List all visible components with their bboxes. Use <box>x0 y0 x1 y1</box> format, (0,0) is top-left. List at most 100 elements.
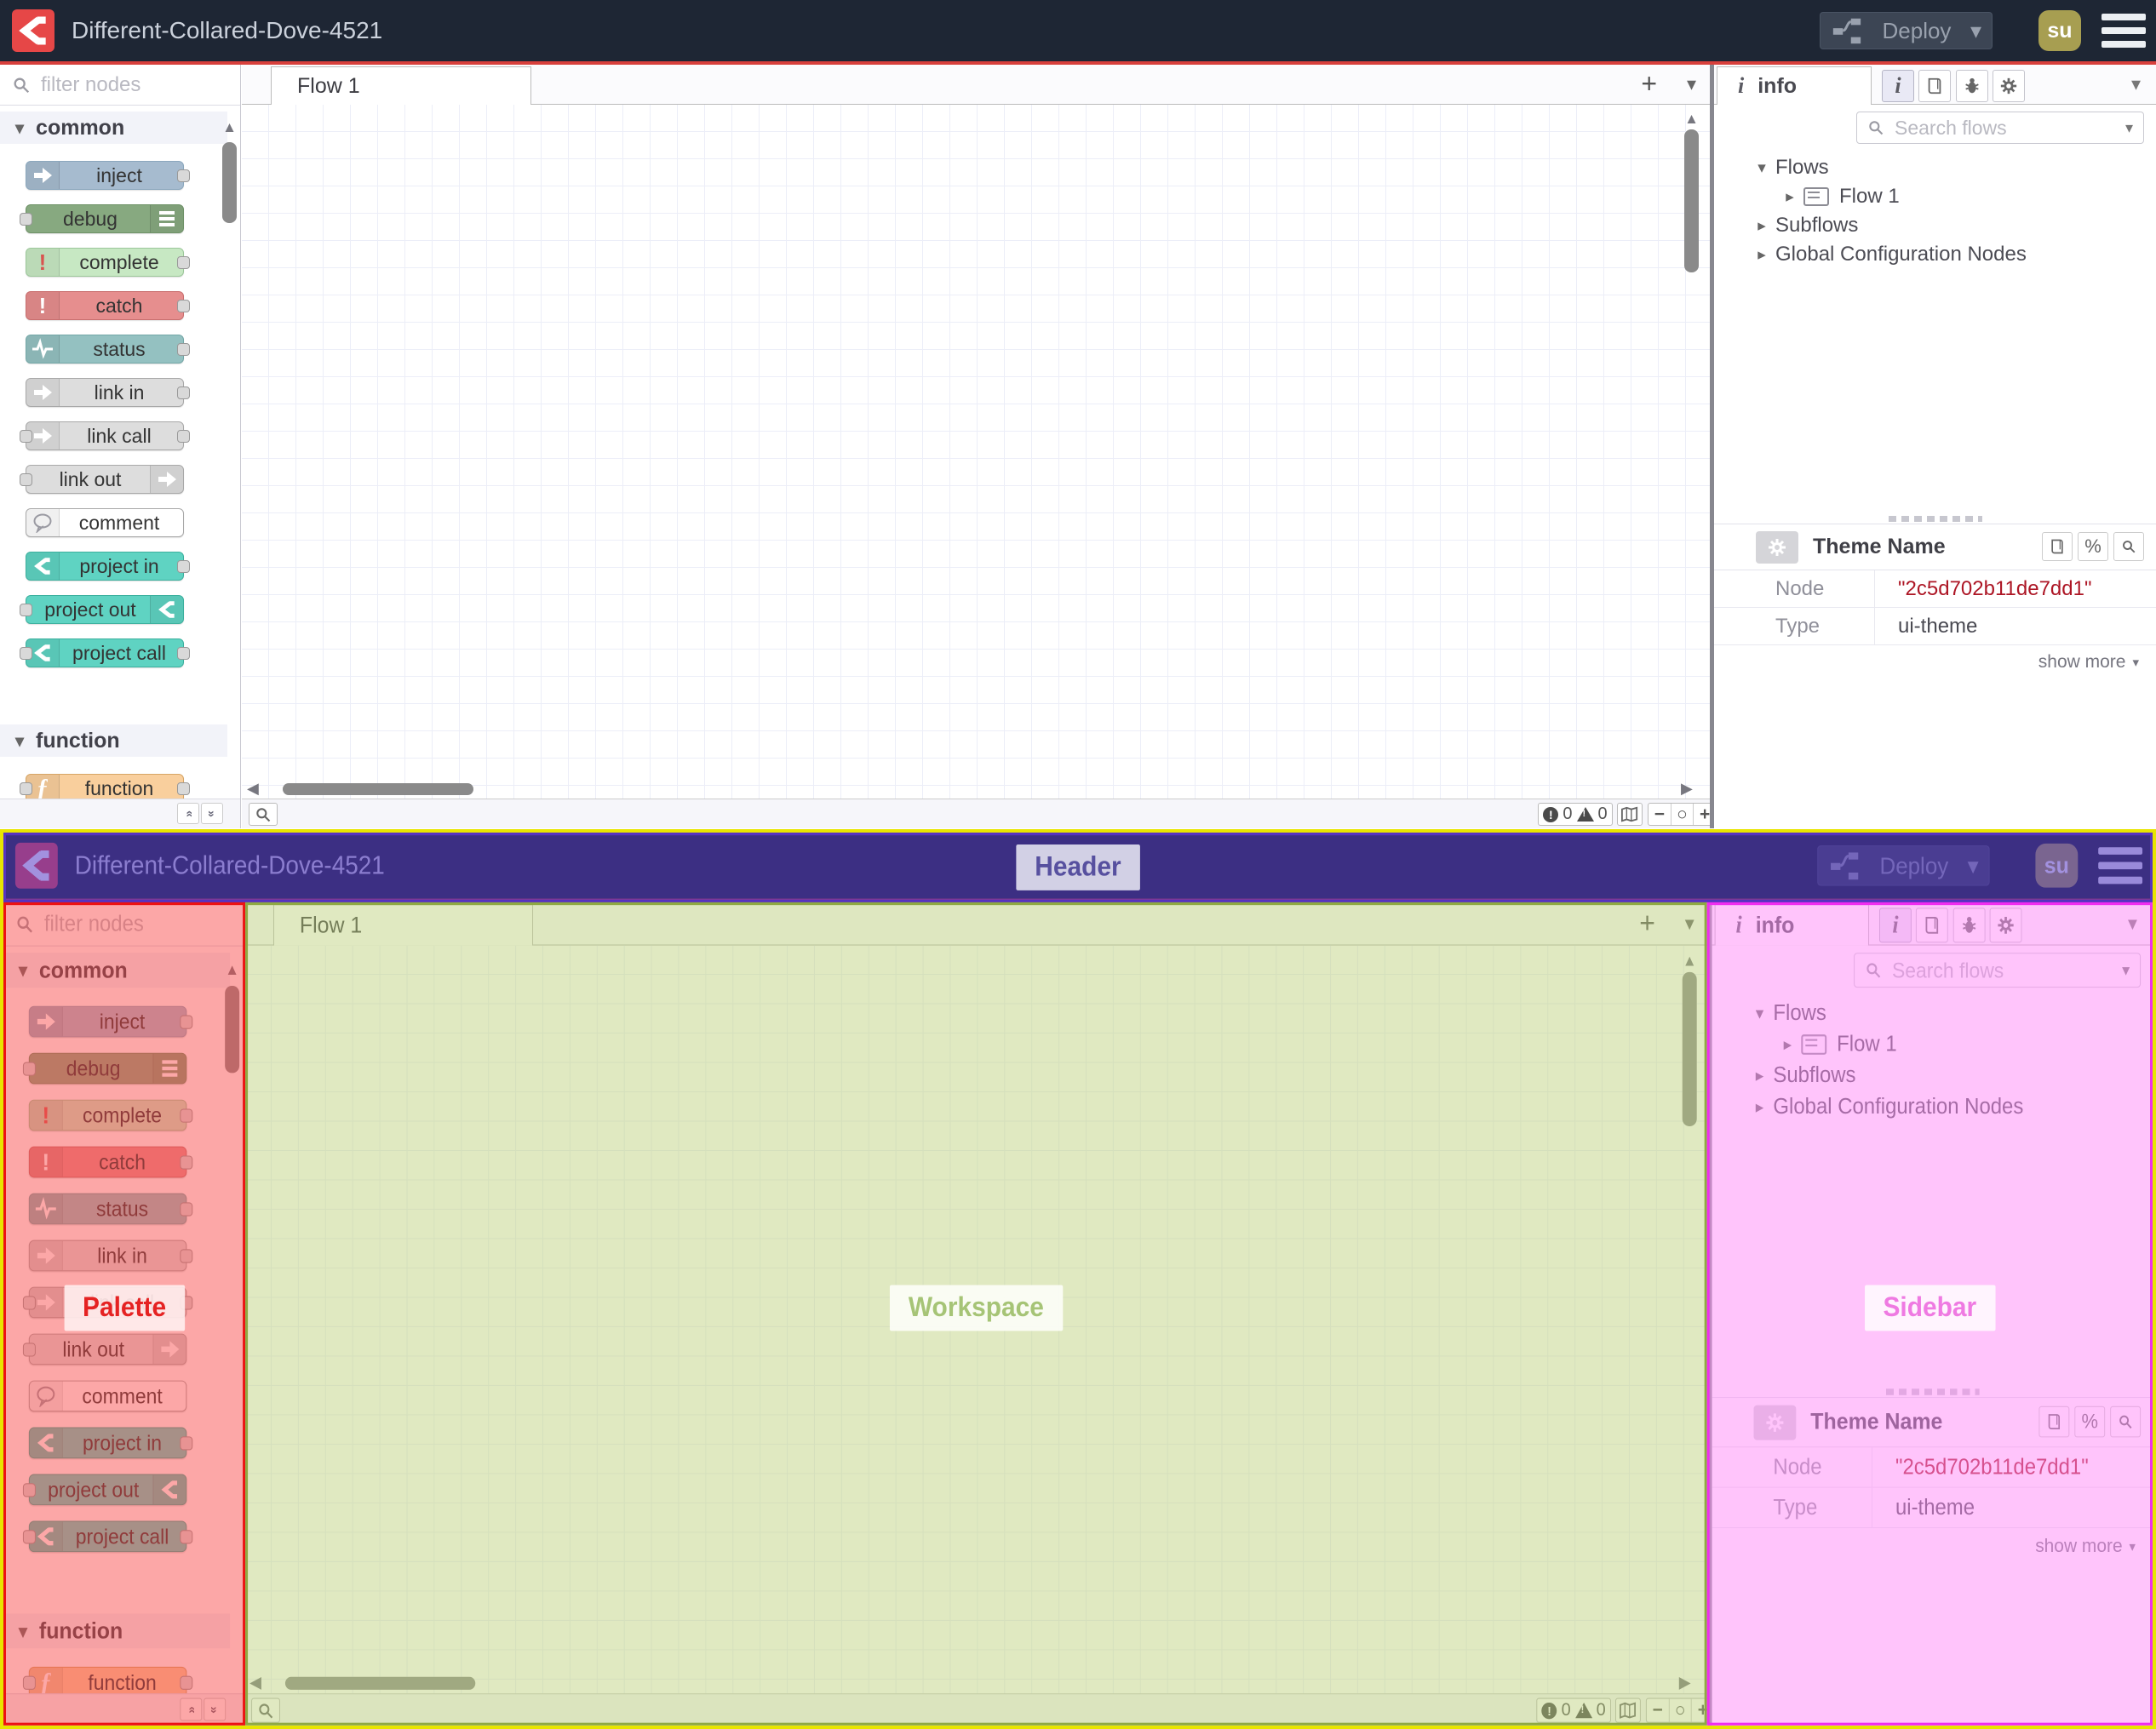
sidebar-debug-button[interactable] <box>1956 70 1988 102</box>
palette-node-status[interactable]: status <box>26 335 190 364</box>
category-nodes: inject debug ! complete ! catch status link in l… <box>0 144 227 690</box>
palette-node-debug[interactable]: debug <box>20 204 184 233</box>
node-icon-area <box>26 335 60 363</box>
palette-node-project-out[interactable]: project out <box>20 595 184 624</box>
workspace-footer: ! 0 ! 0 − ○ + <box>242 799 1717 828</box>
node-label: comment <box>78 511 160 534</box>
palette-footer: » » <box>0 799 240 828</box>
deploy-options-chevron-icon[interactable]: ▾ <box>1970 18 1981 44</box>
scrollbar-thumb[interactable] <box>1684 129 1699 272</box>
node-port[interactable] <box>177 647 190 660</box>
inject-arrow-icon <box>32 425 54 447</box>
node-port[interactable] <box>20 604 32 616</box>
palette-node-link-in[interactable]: link in <box>26 378 190 407</box>
comment-bubble-icon <box>32 512 54 533</box>
add-flow-button[interactable]: + <box>1641 68 1657 100</box>
node-port[interactable] <box>20 473 32 486</box>
list-icon <box>158 209 176 229</box>
region-label-sidebar: Sidebar <box>1864 1285 1996 1331</box>
palette-node-comment[interactable]: comment <box>26 508 184 537</box>
region-label-workspace: Workspace <box>889 1285 1063 1331</box>
search-icon <box>1867 119 1884 136</box>
tree-item-flows[interactable]: ▾Flows <box>1714 153 2156 182</box>
scroll-up-icon[interactable]: ▲ <box>222 119 237 136</box>
sidebar-menu-chevron-icon[interactable]: ▾ <box>2131 73 2141 95</box>
node-port[interactable] <box>177 343 190 356</box>
node-search-button[interactable] <box>2113 532 2144 561</box>
palette-node-project-in[interactable]: project in <box>26 552 190 581</box>
expand-all-button[interactable]: » <box>201 803 223 824</box>
node-port[interactable] <box>177 300 190 312</box>
palette-category-function[interactable]: ▾ function <box>0 724 227 757</box>
chevron-down-icon[interactable]: ▾ <box>2125 119 2133 137</box>
chevron-right-icon[interactable]: ▸ <box>1748 216 1775 236</box>
node-port[interactable] <box>20 782 32 795</box>
zoom-controls: − ○ + <box>1648 803 1717 826</box>
search-flows-button[interactable] <box>249 803 278 826</box>
node-port[interactable] <box>177 430 190 443</box>
scroll-left-icon[interactable]: ◀ <box>247 780 259 798</box>
node-label: project call <box>72 641 166 664</box>
region-label-header: Header <box>1016 844 1140 890</box>
main-menu-icon[interactable] <box>2102 14 2146 48</box>
tree-item-flow-1[interactable]: ▸ Flow 1 <box>1714 182 2156 211</box>
palette-filter-input[interactable] <box>39 72 179 98</box>
search-flows-input[interactable] <box>1893 115 2117 140</box>
palette-scrollbar[interactable]: ▲ <box>222 119 237 223</box>
tab-flow-1[interactable]: Flow 1 <box>271 66 531 105</box>
tree-item-label: Flow 1 <box>1839 185 1900 208</box>
node-help-button[interactable] <box>2042 532 2073 561</box>
status-badge[interactable]: ! 0 ! 0 <box>1538 803 1613 826</box>
palette-filter <box>0 65 240 106</box>
annotation-region-workspace: Workspace <box>245 902 1707 1726</box>
scrollbar-thumb[interactable] <box>222 142 237 223</box>
sidebar-help-button[interactable] <box>1918 70 1951 102</box>
node-port[interactable] <box>177 169 190 182</box>
node-port[interactable] <box>20 213 32 226</box>
palette-node-link-call[interactable]: link call <box>20 421 190 450</box>
node-link-button[interactable]: % <box>2078 532 2108 561</box>
config-node-gear-button[interactable] <box>1756 531 1798 564</box>
navigator-map-button[interactable] <box>1617 803 1643 826</box>
node-label: function <box>84 776 154 799</box>
tree-item-global-configuration-nodes[interactable]: ▸Global Configuration Nodes <box>1714 240 2156 269</box>
scroll-up-icon[interactable]: ▲ <box>1684 111 1699 128</box>
node-port[interactable] <box>177 386 190 399</box>
workspace-vscrollbar[interactable]: ▲ <box>1684 111 1699 272</box>
tree-item-subflows[interactable]: ▸Subflows <box>1714 211 2156 240</box>
chevron-down-icon[interactable]: ▾ <box>1748 158 1775 178</box>
palette-node-function[interactable]: ƒ function <box>20 774 190 799</box>
node-port[interactable] <box>177 256 190 269</box>
scrollbar-thumb[interactable] <box>283 783 473 795</box>
chevron-right-icon[interactable]: ▸ <box>1748 245 1775 265</box>
panel-drag-handle[interactable] <box>1888 516 1982 522</box>
node-icon-area <box>150 466 183 493</box>
zoom-out-button[interactable]: − <box>1649 804 1671 825</box>
workspace-hscrollbar[interactable]: ◀ ▶ <box>242 780 1710 798</box>
zoom-reset-button[interactable]: ○ <box>1671 804 1694 825</box>
show-more-link[interactable]: show more ▾ <box>2038 652 2139 673</box>
error-count: 0 <box>1563 804 1573 823</box>
workspace-grid[interactable] <box>242 105 1710 799</box>
palette-node-complete[interactable]: ! complete <box>26 248 190 277</box>
palette-node-project-call[interactable]: project call <box>20 638 190 667</box>
table-row: Type ui-theme <box>1714 608 2156 645</box>
collapse-all-button[interactable]: » <box>177 803 199 824</box>
tab-info[interactable]: i info <box>1717 66 1872 105</box>
palette-node-catch[interactable]: ! catch <box>26 291 190 320</box>
node-port[interactable] <box>177 782 190 795</box>
node-port[interactable] <box>20 430 32 443</box>
palette-node-inject[interactable]: inject <box>26 161 190 190</box>
user-avatar[interactable]: su <box>2038 10 2081 51</box>
node-port[interactable] <box>177 560 190 573</box>
deploy-button[interactable]: Deploy ▾ <box>1820 12 1993 49</box>
sidebar-config-button[interactable] <box>1993 70 2025 102</box>
chevron-right-icon[interactable]: ▸ <box>1776 187 1803 207</box>
palette-category-common[interactable]: ▾ common <box>0 112 227 144</box>
tab-list-chevron-icon[interactable]: ▾ <box>1687 73 1696 95</box>
palette-node-link-out[interactable]: link out <box>20 465 184 494</box>
deploy-icon <box>1831 14 1863 47</box>
scroll-right-icon[interactable]: ▶ <box>1681 780 1693 798</box>
sidebar-info-button[interactable]: i <box>1882 70 1914 102</box>
node-port[interactable] <box>20 647 32 660</box>
